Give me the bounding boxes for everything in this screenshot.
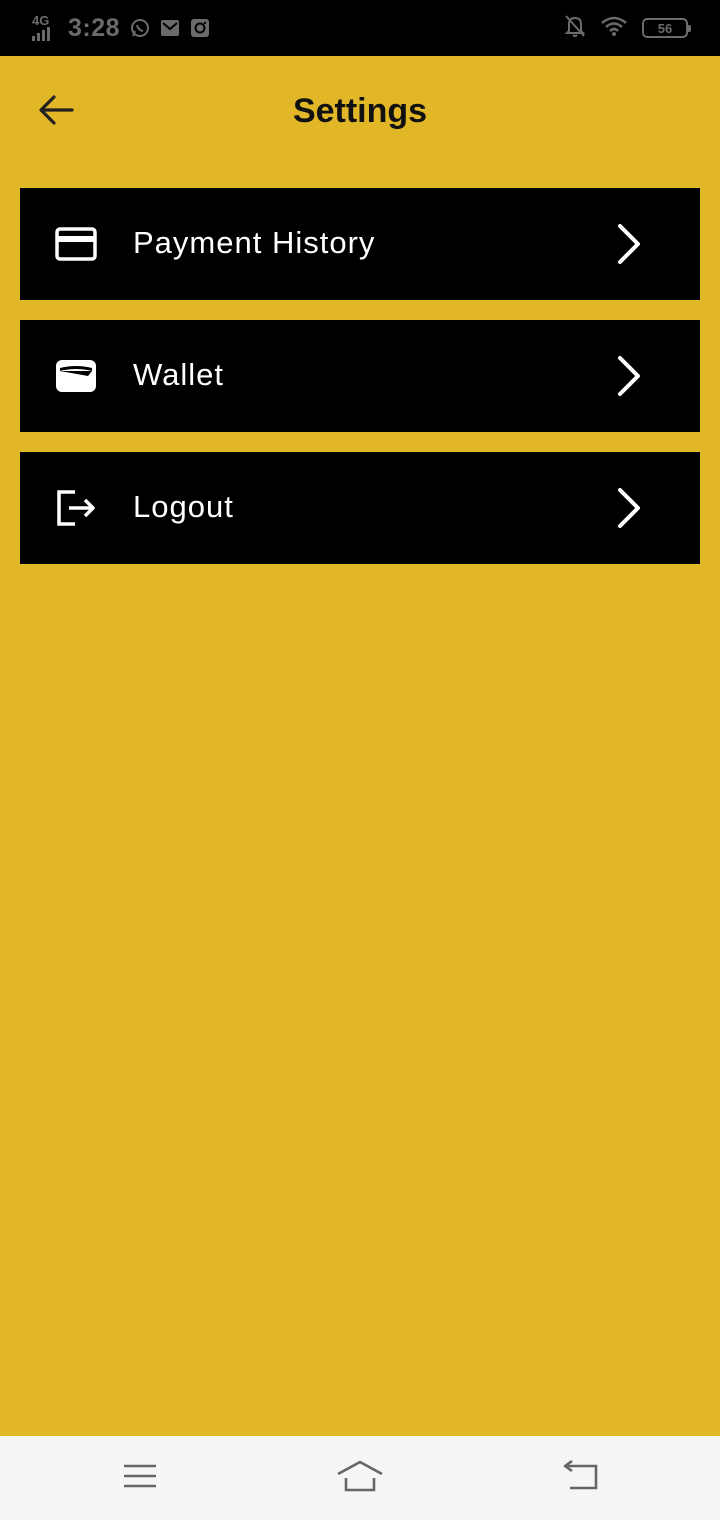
logout-item[interactable]: Logout [20,452,700,564]
wallet-label: Wallet [133,357,224,392]
page-title: Settings [292,92,428,130]
instagram-icon [190,18,210,38]
status-bar-left: 4G 3:28 [30,12,210,44]
wallet-item[interactable]: Wallet [20,320,700,432]
system-nav-bar [0,1436,720,1520]
payment-history-label: Payment History [133,225,376,260]
status-time: 3:28 [68,13,121,42]
logout-label: Logout [133,489,234,524]
home-button[interactable] [334,1458,386,1498]
chevron-right-icon [614,486,644,530]
home-icon [335,1458,385,1499]
menu-icon [122,1462,158,1495]
status-bar-right: 56 [564,14,691,43]
chevron-right-icon [614,354,644,398]
back-icon [560,1459,600,1497]
payment-history-item[interactable]: Payment History [20,188,700,300]
wifi-icon [600,15,628,42]
network-type: 4G [32,13,50,28]
settings-menu: Payment History Wallet Logout [20,188,700,584]
battery-level: 56 [657,20,673,36]
recent-apps-button[interactable] [118,1458,162,1498]
wallet-icon [54,354,98,398]
app-header: Settings [0,56,720,168]
credit-card-icon [54,222,98,266]
battery-icon: 56 [642,18,691,38]
chevron-right-icon [614,222,644,266]
system-back-button[interactable] [558,1458,602,1498]
logout-icon [54,486,98,530]
signal-indicator: 4G [30,13,60,43]
bell-off-icon [564,14,586,43]
signal-icon [32,27,50,41]
gmail-icon [160,18,180,38]
whatsapp-icon [130,18,150,38]
status-bar: 4G 3:28 56 [0,0,720,56]
